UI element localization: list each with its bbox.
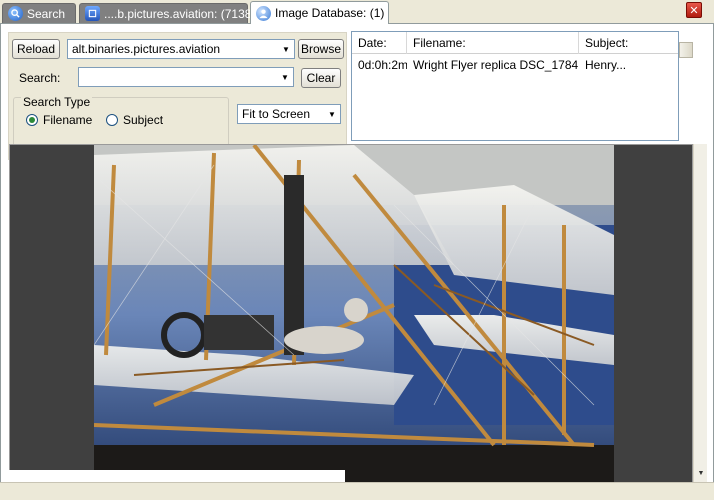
radio-filename[interactable]: Filename: [26, 113, 92, 127]
scrollbar-thumb[interactable]: [679, 42, 693, 58]
column-header-subject[interactable]: Subject:: [579, 32, 678, 54]
search-icon: [8, 6, 23, 21]
status-bar: [0, 482, 714, 500]
scroll-down-icon[interactable]: ▼: [694, 466, 708, 480]
search-label: Search:: [19, 71, 61, 85]
tab-label: Image Database: (1): [275, 6, 385, 20]
search-input[interactable]: ▼: [78, 67, 294, 87]
wright-flyer-image: [94, 145, 614, 483]
radio-indicator[interactable]: [26, 114, 38, 126]
fit-mode-select[interactable]: Fit to Screen ▼: [237, 104, 341, 124]
close-icon: ✕: [689, 4, 699, 17]
image-scrollbar[interactable]: ▼: [693, 144, 707, 484]
browse-button[interactable]: Browse: [298, 39, 344, 59]
search-type-label: Search Type: [21, 95, 93, 109]
column-header-filename[interactable]: Filename:: [407, 32, 579, 54]
cell-filename: Wright Flyer replica DSC_1784.jpg: [413, 58, 579, 72]
tab-image-database[interactable]: Image Database: (1): [250, 1, 389, 24]
newsgroup-icon: [85, 6, 100, 21]
database-user-icon: [256, 5, 271, 21]
tab-label: ....b.pictures.aviation: (7138): [104, 6, 256, 21]
clear-button[interactable]: Clear: [301, 68, 341, 88]
radio-label: Filename: [43, 113, 93, 127]
chevron-down-icon[interactable]: ▼: [277, 68, 293, 86]
fit-mode-value: Fit to Screen: [242, 107, 311, 121]
chevron-down-icon[interactable]: ▼: [278, 40, 294, 58]
image-database-panel: Reload alt.binaries.pictures.aviation ▼ …: [0, 24, 714, 500]
chevron-down-icon[interactable]: ▼: [324, 105, 340, 123]
tab-label: Search: [27, 6, 66, 21]
tab-newsgroup[interactable]: ....b.pictures.aviation: (7138): [79, 3, 255, 23]
results-list[interactable]: Date: Filename: Subject: 0d:0h:2m Wright…: [351, 31, 679, 141]
column-header-date[interactable]: Date:: [352, 32, 407, 54]
close-tab-button[interactable]: ✕: [686, 2, 702, 18]
tab-search[interactable]: Search: [2, 3, 76, 23]
newsgroup-value: alt.binaries.pictures.aviation: [72, 42, 221, 56]
search-controls: Reload alt.binaries.pictures.aviation ▼ …: [8, 32, 347, 160]
newsgroup-select[interactable]: alt.binaries.pictures.aviation ▼: [67, 39, 295, 59]
image-viewer[interactable]: [9, 144, 693, 484]
cell-subject: Henry...: [585, 58, 627, 72]
tab-strip: Search ....b.pictures.aviation: (7138) I…: [0, 0, 714, 24]
reload-button[interactable]: Reload: [12, 39, 60, 59]
radio-subject[interactable]: Subject: [106, 113, 163, 127]
radio-indicator[interactable]: [106, 114, 118, 126]
cell-date: 0d:0h:2m: [358, 58, 407, 72]
list-header: Date: Filename: Subject:: [352, 32, 678, 54]
radio-label: Subject: [123, 113, 164, 127]
